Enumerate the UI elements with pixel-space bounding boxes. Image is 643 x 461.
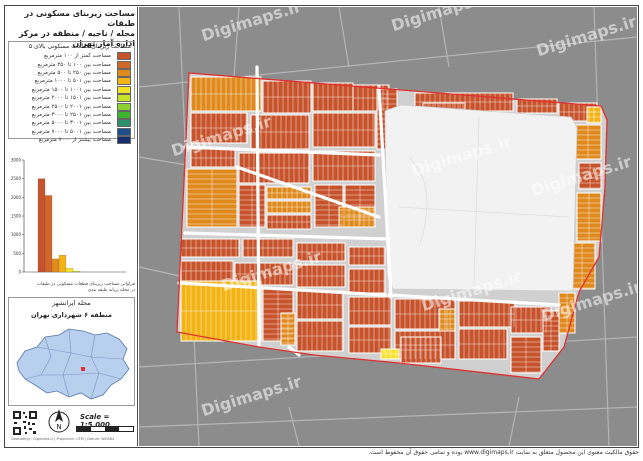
y-tick-label: 2500 — [11, 176, 22, 181]
histogram-chart: 0 500 1000 1500 2000 2500 3000 — [8, 142, 135, 292]
legend-label: مساحت بین ۲۵۰۱ تا ۳۰۰۰ مترمربع — [31, 111, 111, 118]
y-tick-label: 500 — [13, 251, 21, 256]
y-tick-label: 1000 — [11, 232, 22, 237]
legend-swatch — [117, 60, 131, 69]
legend-swatch — [117, 127, 131, 136]
neighborhood-label: محله ایرانشهر — [52, 299, 91, 307]
svg-text:N: N — [56, 423, 61, 431]
legend-swatch — [117, 102, 131, 111]
qr-code-icon — [12, 410, 38, 436]
legend-swatch — [117, 110, 131, 119]
legend-swatch — [117, 77, 131, 86]
legend-label: مساحت بین ۱۰۰ تا ۲۵۰ مترمربع — [37, 61, 111, 68]
histogram-bar — [65, 268, 74, 273]
legend-label: مساحت بین ۵۰۱ تا ۱۰۰۰ مترمربع — [34, 78, 111, 85]
legend-label: مساحت بین ۳۰۰۱ تا ۵۰۰۰ مترمربع — [31, 120, 111, 127]
legend-list: مساحت کمتر از ۱۰۰ مترمربع مساحت بین ۱۰۰ ت… — [9, 52, 131, 145]
legend-swatch — [117, 52, 131, 61]
legend-item: مساحت بین ۵۰۰۱ تا ۷۰۰۰ مترمربع — [9, 127, 131, 136]
y-tick-label: 3000 — [11, 158, 22, 163]
legend-label: مساحت بین ۱۰۰۱ تا ۱۵۰۰ مترمربع — [31, 86, 111, 93]
map-title-line1: مساحت زیربنای مسکونی در طبقات — [24, 9, 135, 28]
legend-swatch — [117, 94, 131, 103]
location-marker — [81, 367, 85, 371]
legend-box: مساحت زیربنای قطعات مسکونی بالای ۵ مساحت… — [8, 41, 135, 145]
parcel-map-svg[interactable] — [139, 7, 637, 446]
legend-item: مساحت بین ۱۰۰۱ تا ۱۵۰۰ مترمربع — [9, 85, 131, 94]
legend-swatch — [117, 85, 131, 94]
histogram-svg: 0 500 1000 1500 2000 2500 3000 — [11, 158, 126, 275]
legend-item: مساحت بین ۲۵۰۱ تا ۳۰۰۰ مترمربع — [9, 110, 131, 119]
legend-swatch — [117, 68, 131, 77]
scale-bar — [76, 426, 134, 432]
legend-item: مساحت بین ۲۵۰ تا ۵۰۰ مترمربع — [9, 68, 131, 77]
map-title: مساحت زیربنای مسکونی در طبقات محله / ناح… — [8, 9, 135, 48]
histogram-bar — [37, 178, 46, 273]
legend-swatch — [117, 119, 131, 128]
chart-caption-line2: در محله برپایه طبقه بندی — [87, 288, 135, 293]
histogram-bar — [44, 195, 53, 273]
credit-text: Geocoding : Digimaps.ir | Projection: UT… — [11, 437, 115, 441]
legend-item: مساحت بین ۲۰۰۱ تا ۲۵۰۰ مترمربع — [9, 102, 131, 111]
district-label: منطقه ۶ شهرداری تهران — [31, 311, 112, 319]
legend-label: مساحت کمتر از ۱۰۰ مترمربع — [44, 53, 111, 60]
map-area[interactable]: Digimaps.ir Digimaps.ir Digimaps.ir Digimap… — [139, 7, 637, 446]
legend-heading: مساحت زیربنای قطعات مسکونی بالای ۵ — [28, 43, 131, 50]
y-tick-label: 1500 — [11, 214, 22, 219]
inset-svg — [16, 328, 130, 400]
histogram-bar — [58, 255, 67, 273]
legend-label: مساحت بین ۲۰۰۱ تا ۲۵۰۰ مترمربع — [31, 103, 111, 110]
legend-label: مساحت بین ۵۰۰۱ تا ۷۰۰۰ مترمربع — [31, 128, 111, 135]
tehran-outline — [16, 328, 130, 400]
copyright-footer: حقوق مالکیت معنوی این محصول متعلق به سای… — [368, 449, 639, 456]
legend-item: مساحت بین ۱۵۰۱ تا ۲۰۰۰ مترمربع — [9, 94, 131, 103]
legend-sidebar: مساحت زیربنای مسکونی در طبقات محله / ناح… — [6, 7, 138, 446]
histogram-bar — [72, 270, 81, 273]
north-arrow-icon: N — [46, 407, 72, 435]
park-area[interactable] — [384, 104, 578, 292]
bottom-block: N Scale = 1:5,000 Geocoding : Digimaps.i… — [8, 407, 135, 445]
legend-item: مساحت بین ۵۰۱ تا ۱۰۰۰ مترمربع — [9, 77, 131, 86]
legend-item: مساحت بین ۱۰۰ تا ۲۵۰ مترمربع — [9, 60, 131, 69]
legend-item: مساحت بین ۳۰۰۱ تا ۵۰۰۰ مترمربع — [9, 119, 131, 128]
inset-locator-map — [11, 323, 132, 405]
legend-item: مساحت کمتر از ۱۰۰ مترمربع — [9, 52, 131, 61]
y-tick-label: 0 — [18, 270, 21, 275]
location-block: محله ایرانشهر منطقه ۶ شهرداری تهران — [8, 297, 135, 406]
y-tick-label: 2000 — [11, 195, 22, 200]
histogram-bar — [51, 258, 60, 273]
legend-label: مساحت بین ۱۵۰۱ تا ۲۰۰۰ مترمربع — [31, 95, 111, 102]
legend-label: مساحت بین ۲۵۰ تا ۵۰۰ مترمربع — [37, 69, 111, 76]
chart-caption: فراوانی مساحت زیربنای قطعات مسکونی در طب… — [8, 282, 135, 294]
